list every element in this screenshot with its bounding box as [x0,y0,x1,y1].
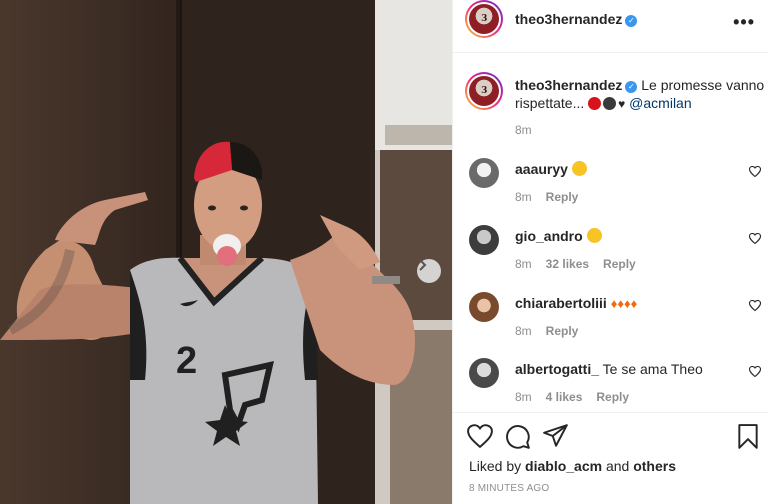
like-heart-icon[interactable] [467,424,493,448]
author-username[interactable]: theo3hernandez [515,11,622,27]
liked-by-others[interactable]: others [633,458,676,474]
heart-eyes-emoji [571,161,587,176]
post-photo[interactable]: 2 [0,0,452,504]
caption-time: 8m [515,123,532,137]
fire-emoji: ♦♦♦♦ [610,296,638,311]
comment-time: 8m [515,324,532,338]
caption-avatar[interactable]: 3 [465,72,503,110]
reply-button[interactable]: Reply [603,257,636,271]
like-comment-heart-icon[interactable] [749,300,761,311]
liked-by-and: and [605,458,630,474]
commenter-avatar[interactable] [469,358,499,388]
commenter-username[interactable]: aaauryy [515,161,568,177]
verified-badge-icon: ✓ [625,15,638,27]
liked-by-user[interactable]: diablo_acm [525,458,602,474]
comment-time: 8m [515,257,532,271]
liked-by-prefix: Liked by [469,458,522,474]
chevron-right-icon [419,259,427,271]
more-options-icon[interactable]: ••• [733,12,755,33]
mention-link[interactable]: @acmilan [629,95,691,111]
carousel-next-button[interactable] [417,259,441,283]
like-comment-heart-icon[interactable] [749,366,761,377]
comment-time: 8m [515,190,532,204]
comment-item: aaauryy 8m Reply [469,158,761,218]
verified-badge-icon: ✓ [625,81,638,93]
commenter-avatar[interactable] [469,225,499,255]
avatar-number: 3 [481,14,487,24]
reply-button[interactable]: Reply [596,390,629,404]
share-send-icon[interactable] [543,424,569,448]
red-circle-emoji [588,97,602,110]
comment-text: Te se ama Theo [602,361,703,377]
caption-text-block: theo3hernandez ✓ Le promesse vanno rispet… [515,76,765,113]
avatar-number: 3 [481,86,487,96]
jersey-number: 2 [176,340,197,382]
comment-likes[interactable]: 4 likes [546,390,583,404]
black-heart-emoji: ♥ [618,97,626,111]
caption-username[interactable]: theo3hernandez [515,77,622,93]
commenter-username[interactable]: albertogatti_ [515,361,599,377]
commenter-avatar[interactable] [469,292,499,322]
save-bookmark-icon[interactable] [737,424,759,450]
post-side-panel: 3 theo3hernandez ✓ ••• 3 theo3hernandez ✓ … [452,0,768,504]
comment-item: gio_andro 8m 32 likes Reply [469,225,761,285]
commenter-username[interactable]: gio_andro [515,228,583,244]
comment-item: chiarabertoliii ♦♦♦♦ 8m Reply [469,292,761,352]
comment-item: albertogatti_ Te se ama Theo 8m 4 likes Re… [469,358,761,418]
reply-button[interactable]: Reply [546,190,579,204]
like-comment-heart-icon[interactable] [749,166,761,177]
comment-bubble-icon[interactable] [505,424,531,450]
like-comment-heart-icon[interactable] [749,233,761,244]
commenter-avatar[interactable] [469,158,499,188]
author-avatar[interactable]: 3 [465,0,503,38]
post-image-illustration: 2 [0,0,452,504]
post-timestamp: 8 MINUTES AGO [469,483,550,494]
black-circle-emoji [603,97,617,110]
commenter-username[interactable]: chiarabertoliii [515,295,607,311]
comment-time: 8m [515,390,532,404]
post-header: 3 theo3hernandez ✓ ••• [453,0,768,53]
heart-eyes-emoji [586,228,602,243]
reply-button[interactable]: Reply [546,324,579,338]
comment-likes[interactable]: 32 likes [546,257,589,271]
liked-by-summary: Liked by diablo_acm and others [469,458,676,474]
post-actions: Liked by diablo_acm and others 8 MINUTES… [453,412,768,504]
